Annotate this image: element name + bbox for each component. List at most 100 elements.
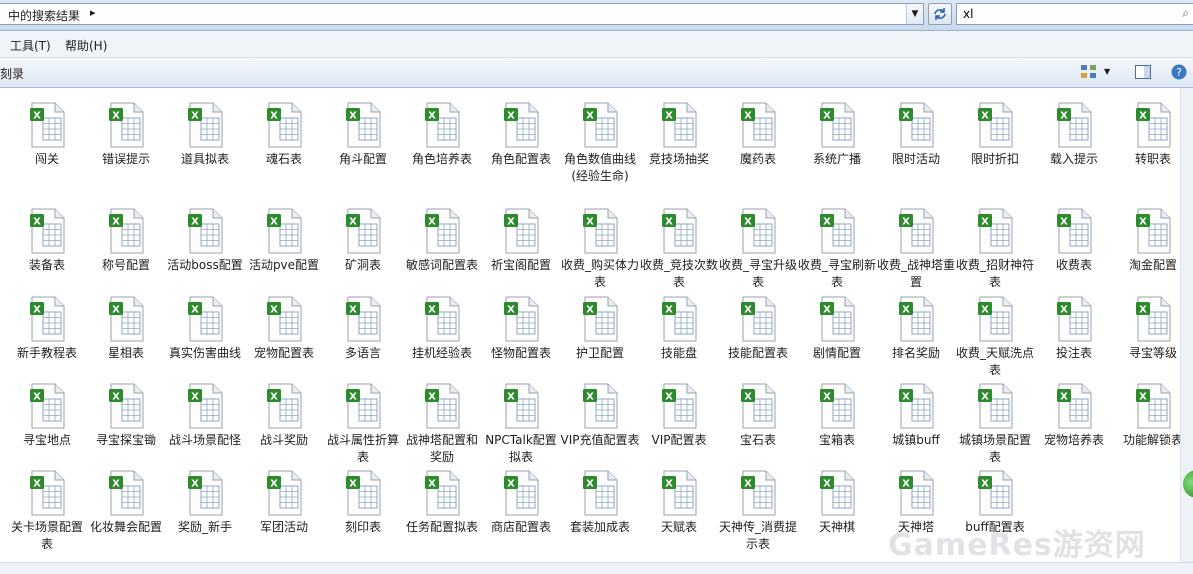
excel-file-icon: X — [187, 383, 223, 429]
vertical-scrollbar[interactable] — [1180, 88, 1193, 573]
svg-text:X: X — [270, 111, 278, 122]
excel-file-icon: X — [977, 383, 1013, 429]
file-item[interactable]: X 载入提示 — [1034, 94, 1114, 204]
file-item[interactable]: X 宠物培养表 — [1034, 375, 1114, 485]
svg-text:X: X — [349, 111, 357, 122]
file-item[interactable]: X 魔药表 — [718, 94, 798, 204]
file-name: 军团活动 — [259, 520, 308, 534]
file-item[interactable]: X 道具拟表 — [165, 94, 245, 204]
excel-file-icon: X — [740, 470, 776, 516]
svg-text:X: X — [665, 111, 673, 122]
svg-text:X: X — [665, 479, 673, 490]
file-item[interactable]: X 闯关 — [7, 94, 87, 204]
excel-file-icon: X — [661, 296, 697, 342]
file-item[interactable]: X 角色数值曲线(经验生命) — [560, 94, 640, 204]
search-box[interactable]: ⌕ — [956, 3, 1193, 25]
excel-file-icon: X — [977, 296, 1013, 342]
help-icon[interactable]: ? — [1170, 63, 1188, 81]
file-item[interactable]: X 套装加成表 — [560, 462, 640, 572]
breadcrumb[interactable]: 中的搜索结果 — [8, 7, 80, 24]
svg-text:X: X — [902, 111, 910, 122]
file-name: VIP配置表 — [651, 433, 707, 447]
file-item[interactable]: X 天神棋 — [797, 462, 877, 572]
refresh-icon — [934, 8, 946, 20]
file-item[interactable]: X 天神传_消费提示表 — [718, 462, 798, 572]
svg-text:X: X — [349, 305, 357, 316]
svg-text:X: X — [191, 479, 199, 490]
view-dropdown-icon[interactable]: ▼ — [1104, 67, 1114, 85]
file-name: 技能配置表 — [727, 346, 788, 360]
address-bar[interactable]: 中的搜索结果 ▸ ▼ — [0, 3, 924, 25]
file-item[interactable]: X 魂石表 — [244, 94, 324, 204]
excel-file-icon: X — [977, 470, 1013, 516]
excel-file-icon: X — [898, 296, 934, 342]
file-item[interactable]: X 任务配置拟表 — [402, 462, 482, 572]
file-item[interactable]: X 商店配置表 — [481, 462, 561, 572]
file-item[interactable]: X 限时折扣 — [955, 94, 1035, 204]
svg-text:X: X — [270, 217, 278, 228]
file-name: 收费表 — [1055, 258, 1092, 272]
excel-file-icon: X — [108, 470, 144, 516]
address-dropdown-icon[interactable]: ▼ — [906, 4, 923, 24]
file-item[interactable]: X 角色培养表 — [402, 94, 482, 204]
file-item[interactable]: X 刻印表 — [323, 462, 403, 572]
file-name: 战神塔配置和奖励 — [405, 433, 478, 464]
file-item[interactable]: X 错误提示 — [86, 94, 166, 204]
svg-text:X: X — [507, 479, 515, 490]
svg-text:X: X — [1060, 111, 1068, 122]
svg-text:X: X — [586, 111, 594, 122]
excel-file-icon: X — [424, 383, 460, 429]
address-row: 中的搜索结果 ▸ ▼ ⌕ — [0, 0, 1193, 31]
svg-text:X: X — [428, 392, 436, 403]
file-name: 技能盘 — [660, 346, 697, 360]
search-input[interactable] — [963, 6, 1163, 22]
file-item[interactable]: X 关卡场景配置表 — [7, 462, 87, 572]
search-icon[interactable]: ⌕ — [1182, 6, 1189, 21]
file-item[interactable]: X 限时活动 — [876, 94, 956, 204]
view-options-icon[interactable] — [1080, 63, 1098, 81]
file-name: 错误提示 — [101, 152, 150, 166]
excel-file-icon: X — [740, 208, 776, 254]
svg-text:X: X — [507, 111, 515, 122]
file-item[interactable]: X 系统广播 — [797, 94, 877, 204]
burn-button[interactable]: 刻录 — [0, 65, 24, 82]
file-name: 挂机经验表 — [411, 346, 472, 360]
breadcrumb-chevron-icon[interactable]: ▸ — [90, 6, 96, 19]
menu-help[interactable]: 帮助(H) — [65, 37, 107, 54]
svg-text:X: X — [1139, 111, 1147, 122]
excel-file-icon: X — [1135, 296, 1171, 342]
preview-pane-icon[interactable] — [1134, 63, 1152, 81]
file-item[interactable]: X 角斗配置 — [323, 94, 403, 204]
file-name: 收费_天赋洗点表 — [955, 346, 1034, 377]
menu-tools[interactable]: 工具(T) — [10, 37, 51, 54]
svg-text:X: X — [112, 217, 120, 228]
file-item[interactable]: X 角色配置表 — [481, 94, 561, 204]
file-item[interactable]: X 天赋表 — [639, 462, 719, 572]
file-name: 敏感词配置表 — [405, 258, 478, 272]
file-name: 寻宝地点 — [22, 433, 71, 447]
file-name: 角色培养表 — [411, 152, 472, 166]
svg-text:X: X — [507, 392, 515, 403]
svg-text:X: X — [902, 217, 910, 228]
file-name: 限时活动 — [891, 152, 940, 166]
refresh-button[interactable] — [928, 3, 952, 25]
svg-text:X: X — [744, 392, 752, 403]
svg-text:X: X — [586, 479, 594, 490]
excel-file-icon: X — [108, 102, 144, 148]
file-name: 怪物配置表 — [490, 346, 551, 360]
file-name: 宝箱表 — [818, 433, 855, 447]
excel-file-icon: X — [345, 102, 381, 148]
file-name: 宠物配置表 — [253, 346, 314, 360]
file-name: 奖励_新手 — [177, 520, 232, 534]
file-item[interactable]: X 军团活动 — [244, 462, 324, 572]
file-name: 套装加成表 — [569, 520, 630, 534]
excel-file-icon: X — [29, 383, 65, 429]
excel-file-icon: X — [29, 296, 65, 342]
file-item[interactable]: X 化妆舞会配置 — [86, 462, 166, 572]
file-item[interactable]: X 竞技场抽奖 — [639, 94, 719, 204]
svg-text:X: X — [1060, 392, 1068, 403]
file-item[interactable]: X 奖励_新手 — [165, 462, 245, 572]
file-name: 称号配置 — [101, 258, 150, 272]
excel-file-icon: X — [819, 208, 855, 254]
svg-text:X: X — [665, 392, 673, 403]
